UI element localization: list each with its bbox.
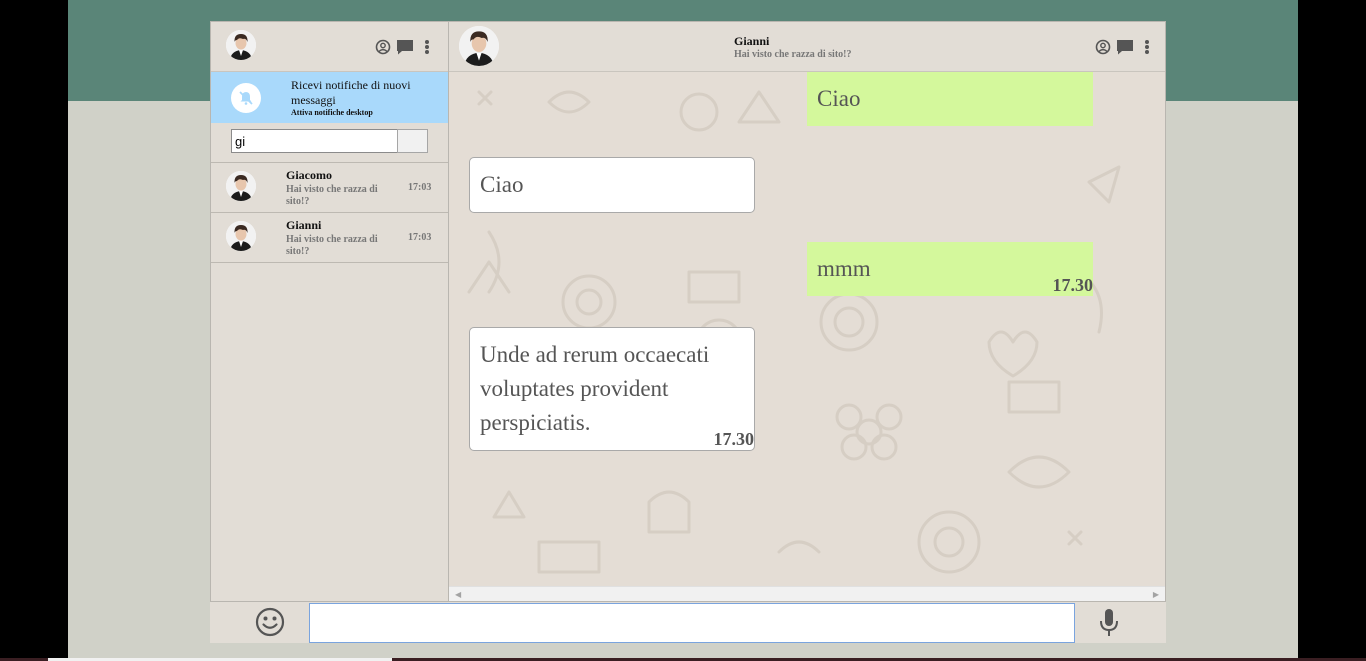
message-time: 17.30 bbox=[713, 429, 755, 449]
message-text: mmm bbox=[817, 256, 871, 281]
bell-off-icon bbox=[231, 83, 261, 113]
contact-list: Giacomo Hai visto che razza di sito!? 17… bbox=[211, 162, 449, 263]
chat-panel: Gianni Hai visto che razza di sito!? Cia… bbox=[448, 21, 1166, 602]
new-chat-icon[interactable] bbox=[396, 37, 414, 57]
contact-item-gianni[interactable]: Gianni Hai visto che razza di sito!? 17:… bbox=[211, 212, 449, 263]
notification-title: Ricevi notifiche di nuovi messaggi bbox=[291, 78, 411, 107]
chat-bubble-icon[interactable] bbox=[1116, 37, 1134, 57]
contact-last-message: Hai visto che razza di sito!? bbox=[286, 234, 378, 257]
message-input[interactable] bbox=[309, 603, 1075, 643]
message-list: Ciao Ciao mmm 17.30 Unde ad rerum occaec… bbox=[449, 72, 1165, 586]
search-button[interactable] bbox=[397, 129, 428, 153]
message-incoming: Ciao bbox=[469, 157, 755, 213]
sidebar-header-icons bbox=[374, 37, 436, 57]
message-time: 17.30 bbox=[1052, 275, 1094, 295]
microphone-icon[interactable] bbox=[1098, 608, 1120, 638]
chat-contact-avatar[interactable] bbox=[459, 26, 499, 66]
search-input[interactable] bbox=[231, 129, 398, 153]
message-text: Ciao bbox=[817, 86, 861, 111]
enable-notifications-link[interactable]: Attiva notifiche desktop bbox=[291, 108, 373, 117]
chat-contact-name: Gianni bbox=[734, 34, 770, 48]
message-text: Ciao bbox=[480, 172, 524, 197]
chat-contact-status: Hai visto che razza di sito!? bbox=[734, 49, 852, 60]
sidebar-header bbox=[211, 22, 449, 72]
chat-app: Ricevi notifiche di nuovi messaggi Attiv… bbox=[210, 21, 1166, 643]
composer-bar bbox=[210, 602, 1166, 643]
contact-name: Gianni bbox=[286, 218, 322, 232]
chat-menu-icon[interactable] bbox=[1138, 37, 1156, 57]
contact-last-message: Hai visto che razza di sito!? bbox=[286, 184, 378, 207]
emoji-icon[interactable] bbox=[254, 606, 286, 638]
contact-time: 17:03 bbox=[408, 182, 432, 193]
scroll-right-icon[interactable]: ▶ bbox=[1153, 590, 1159, 599]
message-outgoing: mmm 17.30 bbox=[807, 242, 1093, 296]
scroll-left-icon[interactable]: ◀ bbox=[455, 590, 461, 599]
contact-avatar bbox=[226, 221, 256, 251]
chat-header-icons bbox=[1094, 37, 1156, 57]
message-incoming: Unde ad rerum occaecati voluptates provi… bbox=[469, 327, 755, 451]
sidebar: Ricevi notifiche di nuovi messaggi Attiv… bbox=[210, 21, 449, 602]
status-icon[interactable] bbox=[374, 37, 392, 57]
contact-avatar bbox=[226, 171, 256, 201]
horizontal-scrollbar[interactable]: ◀ ▶ bbox=[449, 586, 1165, 601]
contact-time: 17:03 bbox=[408, 232, 432, 243]
message-text: Unde ad rerum occaecati voluptates provi… bbox=[480, 342, 710, 435]
notification-banner: Ricevi notifiche di nuovi messaggi Attiv… bbox=[211, 72, 449, 123]
chat-header: Gianni Hai visto che razza di sito!? bbox=[449, 22, 1165, 72]
contact-info-icon[interactable] bbox=[1094, 37, 1112, 57]
contact-name: Giacomo bbox=[286, 168, 332, 182]
user-avatar[interactable] bbox=[226, 30, 256, 60]
contact-item-giacomo[interactable]: Giacomo Hai visto che razza di sito!? 17… bbox=[211, 162, 449, 212]
message-outgoing: Ciao bbox=[807, 72, 1093, 126]
menu-icon[interactable] bbox=[418, 37, 436, 57]
